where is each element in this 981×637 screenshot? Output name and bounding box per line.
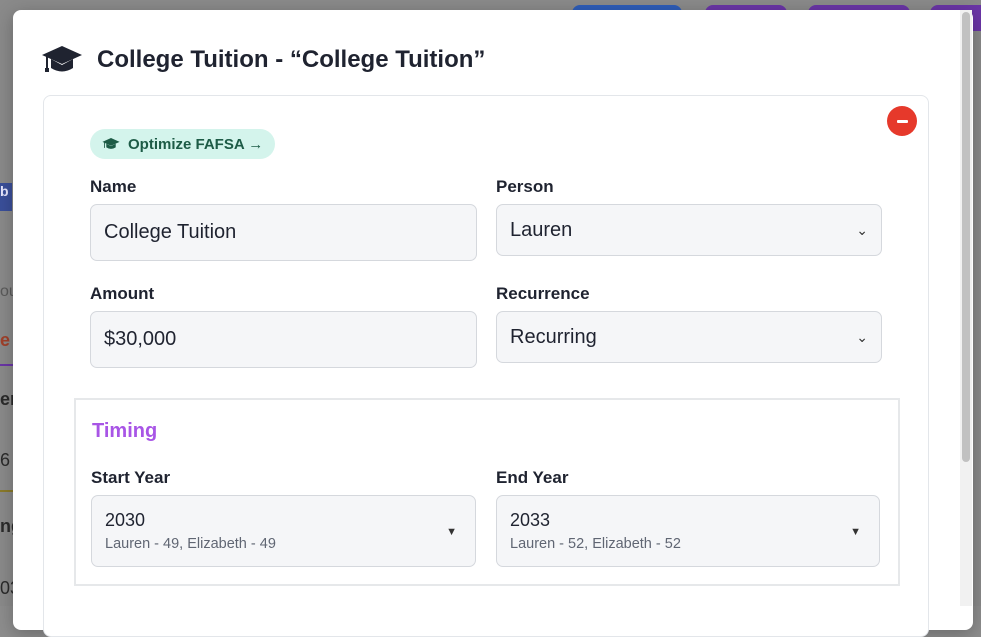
person-value: Lauren xyxy=(510,218,573,241)
caret-down-icon: ▼ xyxy=(446,526,457,538)
background-divider xyxy=(0,490,14,492)
graduation-cap-icon xyxy=(102,138,120,149)
recurrence-select[interactable]: Recurring ⌄ xyxy=(496,311,882,363)
name-value: College Tuition xyxy=(104,221,237,243)
expense-card: Optimize FAFSA → Name College Tuition Pe… xyxy=(43,95,929,637)
person-select[interactable]: Lauren ⌄ xyxy=(496,204,882,256)
amount-input[interactable]: $30,000 xyxy=(90,311,477,368)
minus-icon xyxy=(896,119,908,123)
start-year-value: 2030 xyxy=(105,510,146,530)
recurrence-value: Recurring xyxy=(510,325,597,348)
end-year-label: End Year xyxy=(496,468,569,487)
optimize-fafsa-button[interactable]: Optimize FAFSA → xyxy=(90,129,276,159)
recurrence-label: Recurrence xyxy=(496,284,590,303)
amount-value: $30,000 xyxy=(104,328,177,350)
person-label: Person xyxy=(496,177,554,196)
event-modal: College Tuition - “College Tuition” Opti… xyxy=(13,10,973,637)
end-year-value: 2033 xyxy=(510,510,551,530)
start-year-select[interactable]: 2030 Lauren - 49, Elizabeth - 49 ▼ xyxy=(91,495,476,567)
timing-title: Timing xyxy=(92,420,158,442)
name-label: Name xyxy=(90,177,137,196)
background-text: b xyxy=(0,183,12,211)
modal-title: College Tuition - “College Tuition” xyxy=(97,46,486,73)
chevron-down-icon: ⌄ xyxy=(856,328,868,345)
background-text: e xyxy=(0,330,11,350)
optimize-fafsa-label: Optimize FAFSA → xyxy=(128,135,264,153)
end-year-ages: Lauren - 52, Elizabeth - 52 xyxy=(510,536,681,552)
end-year-select[interactable]: 2033 Lauren - 52, Elizabeth - 52 ▼ xyxy=(496,495,880,567)
background-divider xyxy=(0,364,14,366)
start-year-label: Start Year xyxy=(91,468,171,487)
timing-section: Timing Start Year 2030 Lauren - 49, Eliz… xyxy=(74,398,900,586)
remove-button[interactable] xyxy=(887,106,917,136)
modal-scrollbar[interactable] xyxy=(960,10,972,606)
scrollbar-thumb[interactable] xyxy=(962,12,970,462)
background-text: 6 xyxy=(0,450,11,470)
amount-label: Amount xyxy=(90,284,155,303)
start-year-ages: Lauren - 49, Elizabeth - 49 xyxy=(105,536,276,552)
caret-down-icon: ▼ xyxy=(850,526,861,538)
graduation-cap-icon xyxy=(42,46,82,72)
name-input[interactable]: College Tuition xyxy=(90,204,477,261)
modal-header: College Tuition - “College Tuition” xyxy=(41,40,485,80)
chevron-down-icon: ⌄ xyxy=(856,221,868,238)
